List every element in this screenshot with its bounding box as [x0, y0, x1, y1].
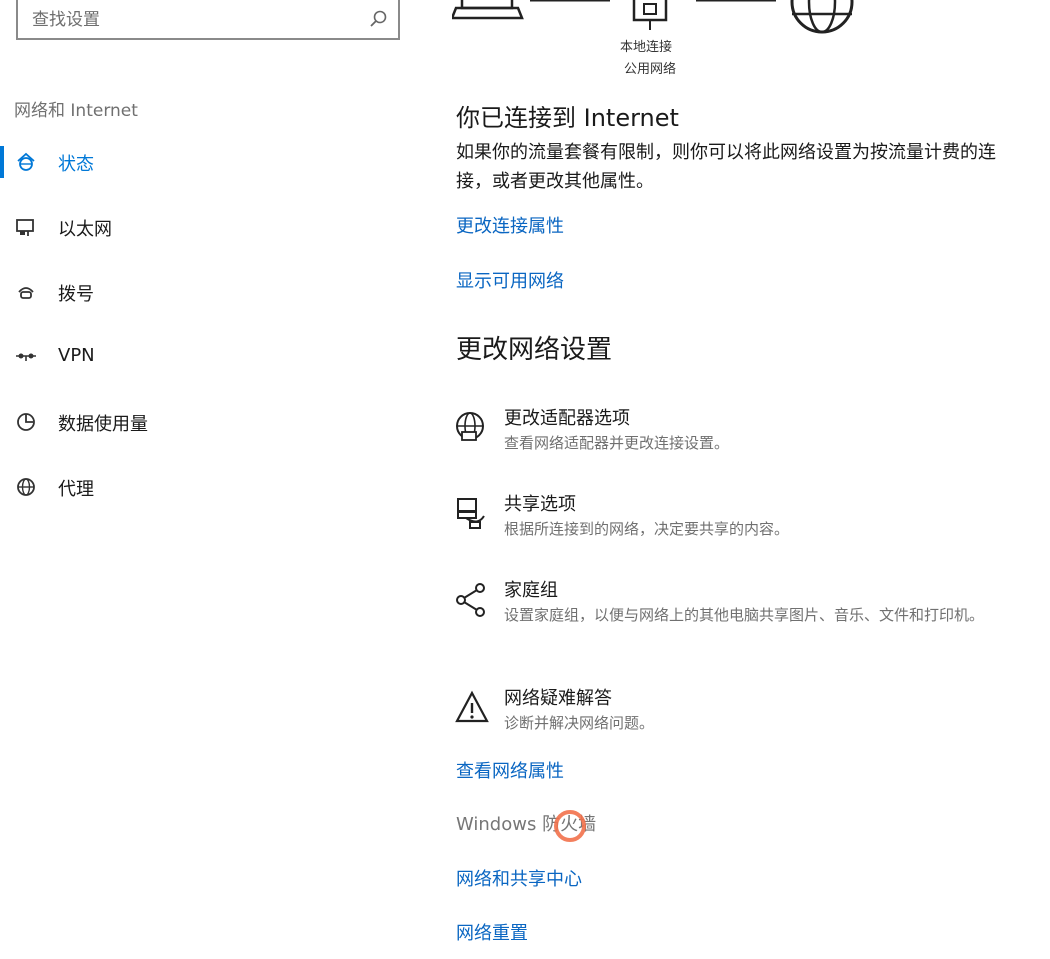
connected-description: 如果你的流量套餐有限制，则你可以将此网络设置为按流量计费的连接，或者更改其他属性…: [456, 142, 996, 192]
active-indicator: [0, 146, 4, 178]
option-troubleshoot[interactable]: 网络疑难解答 诊断并解决网络问题。: [452, 688, 1042, 760]
computer-icon: [452, 0, 524, 20]
connected-heading: 你已连接到 Internet: [456, 104, 679, 132]
search-input[interactable]: [30, 6, 364, 34]
warning-icon: [455, 690, 489, 723]
view-network-properties-link[interactable]: 查看网络属性: [456, 757, 564, 783]
homegroup-icon: [456, 583, 485, 617]
sidebar-item-label: 数据使用量: [58, 414, 148, 435]
vpn-icon: [16, 353, 36, 361]
sharing-icon: [457, 498, 485, 529]
network-type: 公用网络: [624, 62, 677, 77]
adapter-globe-icon: [456, 412, 484, 441]
sidebar-item-status[interactable]: 状态: [0, 140, 400, 184]
sidebar-item-label: 代理: [58, 479, 94, 500]
option-description: 查看网络适配器并更改连接设置。: [504, 434, 730, 452]
option-description: 根据所连接到的网络，决定要共享的内容。: [504, 520, 790, 538]
sidebar-item-label: 拨号: [58, 284, 94, 305]
option-title: 更改适配器选项: [504, 408, 630, 429]
dialup-icon: [18, 287, 34, 299]
option-adapter[interactable]: 更改适配器选项 查看网络适配器并更改连接设置。: [452, 408, 1042, 480]
option-description: 设置家庭组，以便与网络上的其他电脑共享图片、音乐、文件和打印机。: [504, 606, 985, 624]
internet-globe-icon: [790, 0, 854, 34]
sidebar-item-dialup[interactable]: 拨号: [0, 270, 400, 314]
change-connection-properties-link[interactable]: 更改连接属性: [456, 212, 564, 238]
sidebar-item-ethernet[interactable]: 以太网: [0, 205, 400, 249]
option-title: 家庭组: [504, 580, 558, 601]
globe-icon: [17, 478, 35, 496]
sidebar-item-label: 以太网: [58, 219, 112, 240]
show-available-networks-link[interactable]: 显示可用网络: [456, 267, 564, 293]
sidebar-item-data-usage[interactable]: 数据使用量: [0, 400, 400, 444]
sidebar-item-proxy[interactable]: 代理: [0, 465, 400, 509]
router-icon: [632, 0, 668, 30]
network-sharing-center-link[interactable]: 网络和共享中心: [456, 865, 582, 891]
sidebar-item-label: 状态: [58, 154, 94, 175]
search-icon[interactable]: [368, 9, 388, 29]
change-settings-heading: 更改网络设置: [456, 335, 613, 365]
sidebar-item-vpn[interactable]: VPN: [0, 335, 400, 379]
option-title: 网络疑难解答: [504, 688, 612, 709]
search-box[interactable]: [16, 0, 400, 40]
option-sharing[interactable]: 共享选项 根据所连接到的网络，决定要共享的内容。: [452, 494, 1042, 566]
option-title: 共享选项: [504, 494, 576, 515]
ethernet-icon: [16, 219, 34, 236]
option-homegroup[interactable]: 家庭组 设置家庭组，以便与网络上的其他电脑共享图片、音乐、文件和打印机。: [452, 580, 1042, 668]
home-globe-icon: [17, 152, 35, 171]
click-indicator: [554, 810, 586, 842]
option-description: 诊断并解决网络问题。: [504, 714, 655, 732]
adapter-name: 本地连接: [620, 40, 673, 55]
section-label: 网络和 Internet: [14, 101, 138, 121]
data-usage-icon: [17, 413, 35, 431]
network-reset-link[interactable]: 网络重置: [456, 919, 528, 945]
sidebar-item-label: VPN: [58, 345, 95, 366]
